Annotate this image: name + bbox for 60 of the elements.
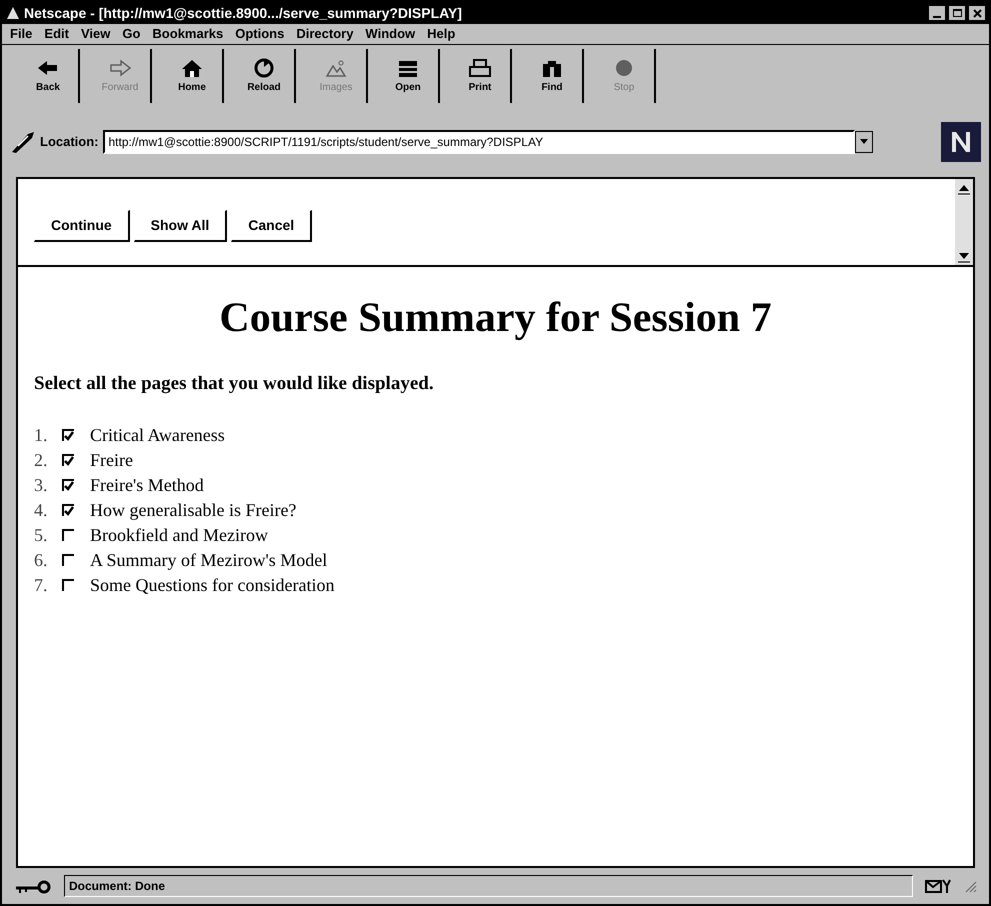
menu-item[interactable]: File [10, 24, 32, 44]
resize-grip-icon[interactable] [963, 879, 977, 893]
checkbox[interactable] [62, 554, 74, 566]
checkbox[interactable] [62, 579, 74, 591]
item-number: 5. [34, 524, 48, 546]
location-label: Location: [40, 133, 98, 152]
form-button[interactable]: Cancel [231, 210, 312, 242]
toolbar-button[interactable]: Find [522, 49, 584, 103]
page-title: A Summary of Mezirow's Model [90, 548, 328, 572]
menu-item[interactable]: Window [365, 24, 416, 44]
form-button[interactable]: Show All [134, 210, 228, 242]
caret-icon [860, 139, 868, 145]
checkbox[interactable] [62, 504, 74, 516]
close-icon [972, 8, 982, 18]
minimize-button[interactable] [929, 6, 945, 20]
item-number: 2. [34, 448, 48, 472]
maximize-button[interactable] [949, 6, 965, 20]
item-number: 4. [34, 498, 48, 522]
menu-item[interactable]: Help [427, 24, 456, 44]
page-title: Freire's Method [90, 474, 204, 496]
instruction-text: Select all the pages that you would like displayed. [34, 372, 435, 396]
status-text: Document: Done [69, 878, 165, 895]
checkbox[interactable] [62, 529, 74, 541]
toolbar-button[interactable]: Print [450, 49, 512, 103]
menu-item[interactable]: Options [235, 24, 284, 44]
app-icon [6, 6, 20, 20]
page-heading: Course Summary for Session 7 [218, 294, 773, 343]
scrollbar[interactable] [955, 179, 973, 265]
netscape-logo [941, 122, 981, 162]
toolbar-button[interactable]: Home [162, 49, 224, 103]
form-button[interactable]: Continue [34, 210, 130, 242]
page-title: Brookfield and Mezirow [90, 524, 268, 546]
location-field[interactable]: http://mw1@scottie:8900/SCRIPT/1191/scripts/student/serve_summary?DISPLAY [102, 130, 854, 154]
page-title: Critical Awareness [90, 424, 225, 446]
menu-item[interactable]: Edit [44, 24, 69, 44]
page-title: Some Questions for consideration [90, 574, 334, 596]
toolbar-button[interactable]: Reload [234, 49, 296, 103]
toolbar-button[interactable]: Back [18, 49, 80, 103]
menu-item[interactable]: View [80, 24, 110, 44]
menu-item[interactable]: Go [122, 24, 140, 44]
window-title: Netscape - [http://mw1@scottie.8900.../serve_summary?DISPLAY] [24, 4, 462, 23]
printer-icon [467, 58, 493, 78]
mail-icon[interactable] [925, 878, 951, 894]
item-number: 7. [34, 574, 48, 596]
menu-item[interactable]: Directory [296, 24, 354, 44]
page-proxy-icon[interactable] [10, 130, 36, 154]
item-number: 6. [34, 548, 48, 572]
toolbar-button[interactable]: Open [378, 49, 440, 103]
checkbox[interactable] [62, 429, 74, 441]
mountain-picture-icon [323, 58, 349, 78]
item-number: 1. [34, 424, 48, 446]
page-title: Freire [90, 448, 133, 472]
checkbox[interactable] [62, 454, 74, 466]
checkbox[interactable] [62, 479, 74, 491]
page-title: How generalisable is Freire? [90, 498, 296, 522]
menu-item[interactable]: Bookmarks [152, 24, 224, 44]
item-number: 3. [34, 474, 48, 496]
security-key-icon [14, 878, 52, 894]
close-button[interactable] [969, 6, 985, 20]
dropdown-button[interactable] [854, 131, 872, 153]
